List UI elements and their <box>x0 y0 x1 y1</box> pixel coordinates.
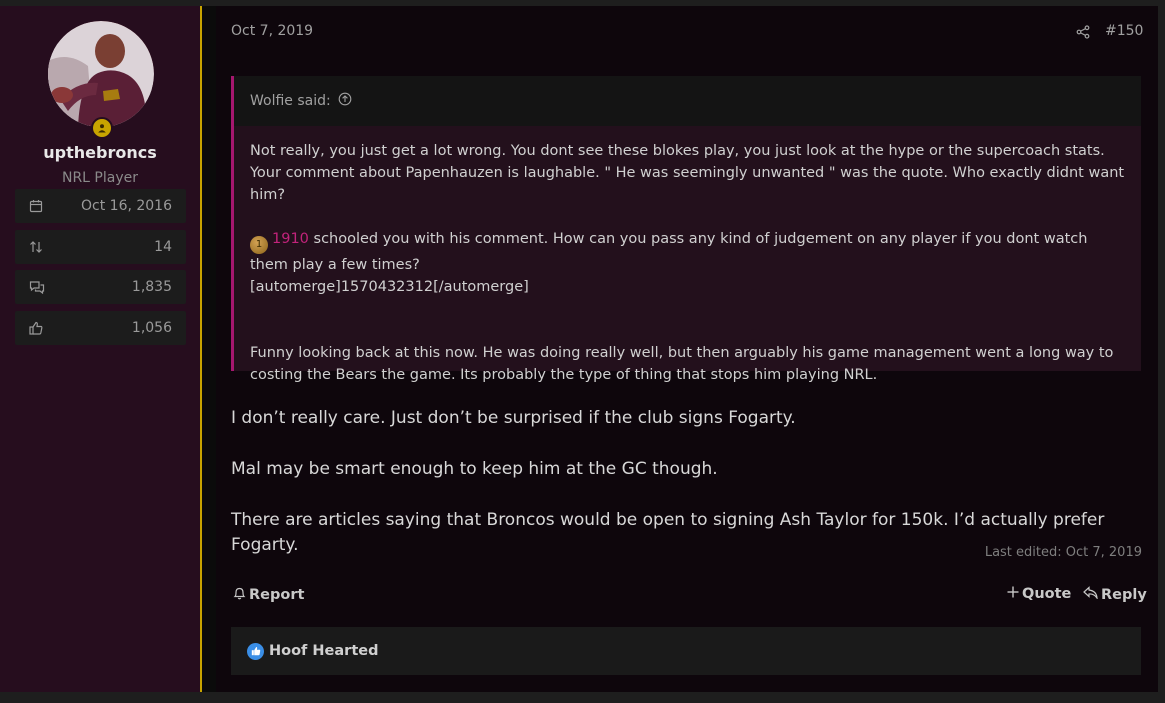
report-label: Report <box>249 587 305 603</box>
post-container: upthebroncs NRL Player Oct 16, 2016 14 1… <box>0 6 1158 692</box>
reply-label: Reply <box>1101 586 1147 603</box>
last-edited: Last edited: Oct 7, 2019 <box>984 545 1142 560</box>
avatar-wrap <box>48 21 154 139</box>
stat-reactions: 1,056 <box>15 311 186 345</box>
quote-label: Quote <box>1022 586 1072 602</box>
bell-icon <box>233 586 246 604</box>
quote-paragraph-2: 1 1910 schooled you with his comment. How… <box>250 228 1125 276</box>
quote-header[interactable]: Wolfie said: <box>234 76 1141 126</box>
reply-icon <box>1083 586 1098 603</box>
quote-paragraph-2-text: schooled you with his comment. How can y… <box>250 231 1088 273</box>
thumbs-up-icon <box>29 321 43 335</box>
trophy-points-icon <box>29 240 43 254</box>
column-gap <box>202 6 216 692</box>
messages-icon <box>29 280 45 294</box>
post-content: Oct 7, 2019 #150 Wolfie said: Not really… <box>216 6 1158 692</box>
plus-icon <box>1007 586 1019 602</box>
stat-joined: Oct 16, 2016 <box>15 189 186 223</box>
stat-reactions-value: 1,056 <box>131 320 172 336</box>
stat-points-value: 14 <box>154 239 172 255</box>
reaction-users-link[interactable]: Hoof Hearted <box>269 643 378 659</box>
calendar-icon <box>29 199 43 213</box>
quote-paragraph-1: Not really, you just get a lot wrong. Yo… <box>250 143 1125 203</box>
arrow-up-circle-icon[interactable] <box>338 92 352 110</box>
user-info-panel: upthebroncs NRL Player Oct 16, 2016 14 1… <box>0 6 202 692</box>
reactions-bar: Hoof Hearted <box>231 627 1141 675</box>
report-button[interactable]: Report <box>233 586 304 604</box>
message-paragraph-2: Mal may be smart enough to keep him at t… <box>231 459 718 479</box>
mention-avatar-icon[interactable]: 1 <box>250 236 268 254</box>
stat-joined-value: Oct 16, 2016 <box>81 198 172 214</box>
quote-button[interactable]: Quote <box>1007 586 1071 602</box>
stat-points: 14 <box>15 230 186 264</box>
post-number-link[interactable]: #150 <box>1105 23 1143 39</box>
user-mention-link[interactable]: 1910 <box>272 231 309 247</box>
avatar[interactable] <box>48 21 154 127</box>
quote-automerge: [automerge]1570432312[/automerge] <box>250 279 529 295</box>
quote-paragraph-3: Funny looking back at this now. He was d… <box>250 345 1114 383</box>
username[interactable]: upthebroncs <box>0 143 200 162</box>
online-status-icon <box>91 117 113 139</box>
like-reaction-icon <box>247 642 264 660</box>
reply-button[interactable]: Reply <box>1083 586 1147 603</box>
share-icon[interactable] <box>1076 24 1090 43</box>
message-paragraph-1: I don’t really care. Just don’t be surpr… <box>231 408 796 428</box>
quote-author[interactable]: Wolfie said: <box>250 93 331 109</box>
quote-body: Not really, you just get a lot wrong. Yo… <box>234 126 1141 386</box>
post-date-link[interactable]: Oct 7, 2019 <box>231 23 313 39</box>
stat-messages: 1,835 <box>15 270 186 304</box>
user-title: NRL Player <box>61 170 138 186</box>
stat-messages-value: 1,835 <box>131 279 172 295</box>
quote-block: Wolfie said: Not really, you just get a … <box>231 76 1141 383</box>
